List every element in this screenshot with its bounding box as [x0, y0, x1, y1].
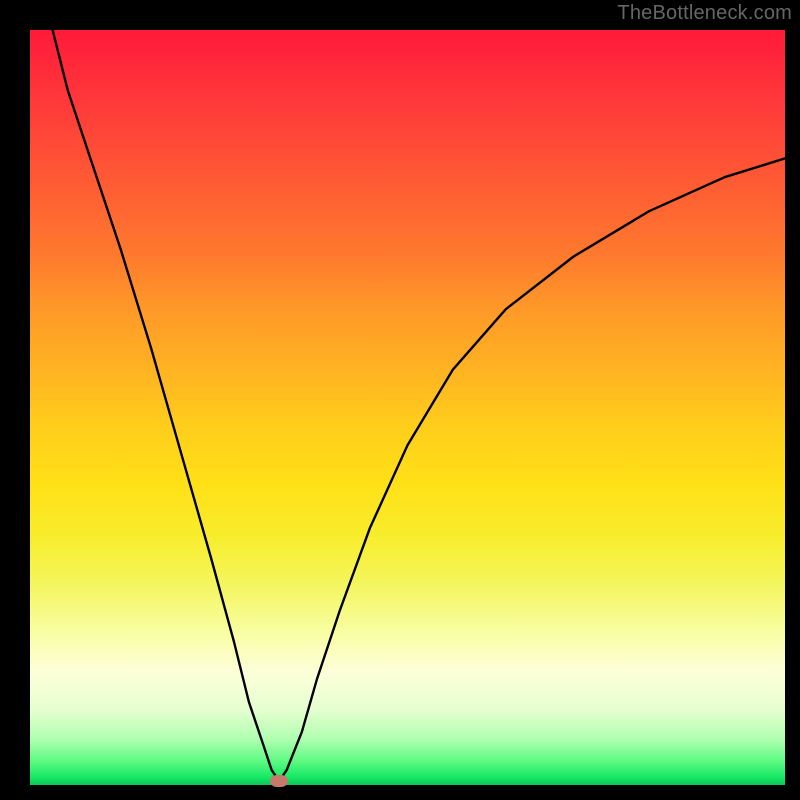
bottleneck-curve — [30, 30, 785, 785]
watermark-text: TheBottleneck.com — [617, 2, 792, 25]
optimal-point-marker — [270, 775, 288, 787]
curve-path — [53, 30, 785, 781]
chart-frame: TheBottleneck.com — [0, 0, 800, 800]
plot-area — [30, 30, 785, 785]
